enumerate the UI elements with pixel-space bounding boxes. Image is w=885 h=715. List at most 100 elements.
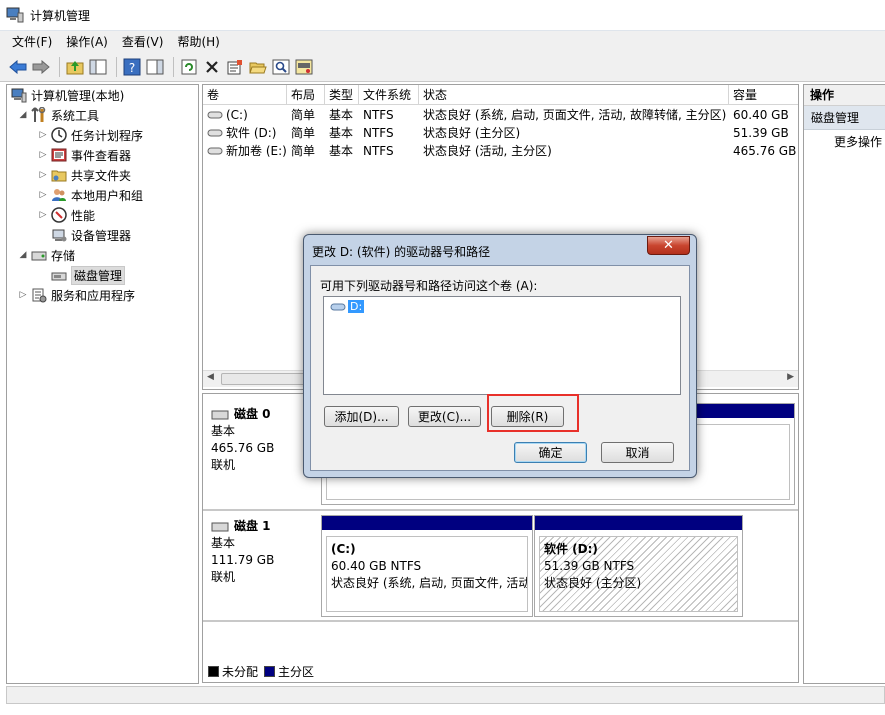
drive-path-list[interactable]: D: [323,296,681,395]
tree-item-task-scheduler[interactable]: ▷ 任务计划程序 [37,125,143,145]
partition-size: 51.39 GB NTFS [544,559,635,573]
collapsed-arrow-icon[interactable]: ▷ [37,190,49,200]
users-icon [52,189,66,201]
collapsed-arrow-icon[interactable]: ▷ [37,170,49,180]
tree-item-performance[interactable]: ▷ 性能 [37,205,95,225]
tree-item-storage[interactable]: ◢ 存储 [17,245,75,265]
volume-cell: 新加卷 (E:) [203,142,287,160]
show-hide-tree-button[interactable] [88,57,108,77]
tree-item-device-manager[interactable]: 设备管理器 [51,225,131,245]
tree-item-disk-management[interactable]: 磁盘管理 [51,265,126,285]
list-item[interactable]: D: [330,300,365,313]
dialog-body: 可用下列驱动器号和路径访问这个卷 (A): D: 添加(D)... 更改(C).… [310,265,690,471]
change-button[interactable]: 更改(C)... [408,406,481,427]
show-hide-action-pane-button[interactable] [145,57,165,77]
settings-button[interactable] [294,57,314,77]
tree-item-services-apps[interactable]: ▷ 服务和应用程序 [17,285,135,305]
refresh-button[interactable] [179,57,199,77]
collapsed-arrow-icon[interactable]: ▷ [37,130,49,140]
menu-view[interactable]: 查看(V) [122,33,164,50]
device-manager-icon [52,229,67,242]
forward-button[interactable] [31,57,51,77]
properties-button[interactable] [225,57,245,77]
actions-section-disk-management[interactable]: 磁盘管理 [804,106,885,130]
event-viewer-icon [51,148,67,162]
tree-label: 设备管理器 [71,228,132,243]
more-actions-link[interactable]: 更多操作 [804,130,885,154]
column-header-status[interactable]: 状态 [419,85,729,105]
expanded-arrow-icon[interactable]: ◢ [17,250,29,260]
disk-separator [203,509,798,511]
column-header-type[interactable]: 类型 [325,85,359,105]
menu-help[interactable]: 帮助(H) [177,33,219,50]
table-row[interactable]: 新加卷 (E:) 简单 基本 NTFS 状态良好 (活动, 主分区) 465.7… [203,142,798,160]
scroll-left-icon[interactable]: ◀ [207,372,214,382]
open-folder-button[interactable] [248,57,268,77]
tree-label: 任务计划程序 [71,128,144,143]
partition-c[interactable]: (C:) 60.40 GB NTFS 状态良好 (系统, 启动, 页面文件, 活… [321,515,533,617]
back-arrow-icon [9,59,27,74]
tree-item-shared-folders[interactable]: ▷ 共享文件夹 [37,165,131,185]
actions-pane: 操作 磁盘管理 更多操作 [803,84,885,684]
remove-button-highlight [487,394,579,432]
partition-size: 60.40 GB NTFS [331,559,422,573]
tree-item-root[interactable]: 计算机管理(本地) [11,85,124,105]
svg-text:?: ? [129,61,135,75]
drive-icon [207,111,223,119]
partition-name: 软件 (D:) [544,542,598,556]
dialog-close-button[interactable]: ✕ [647,236,690,255]
collapsed-arrow-icon[interactable]: ▷ [37,210,49,220]
status-bar [6,686,885,704]
disk-name: 磁盘 0 [234,407,271,421]
collapsed-arrow-icon[interactable]: ▷ [17,290,29,300]
disk-icon [211,522,229,531]
up-folder-button[interactable] [65,57,85,77]
disk-separator [203,620,798,622]
column-header-volume[interactable]: 卷 [203,85,287,105]
computer-management-icon [11,88,27,103]
disk-1-info[interactable]: 磁盘 1 基本 111.79 GB 联机 [211,518,321,586]
search-button[interactable] [271,57,291,77]
expanded-arrow-icon[interactable]: ◢ [17,110,29,120]
table-row[interactable]: (C:) 简单 基本 NTFS 状态良好 (系统, 启动, 页面文件, 活动, … [203,106,798,124]
tree-label: 性能 [71,208,96,223]
magnifier-icon [272,59,290,74]
primary-partition-swatch [264,666,276,677]
performance-gauge-icon [51,207,67,223]
partition-status: 状态良好 (主分区) [544,576,642,590]
legend-unallocated: 未分配 [222,665,259,679]
services-icon [32,288,47,303]
console-tree-icon [89,59,107,74]
refresh-icon [181,59,197,74]
column-header-filesystem[interactable]: 文件系统 [359,85,419,105]
navigation-tree: 计算机管理(本地) ◢ 系统工具 ▷ 任务计划程序 ▷ 事件查看器 ▷ 共享文件… [6,84,199,684]
delete-button[interactable] [202,57,222,77]
tree-label: 磁盘管理 [71,265,126,285]
tree-item-system-tools[interactable]: ◢ 系统工具 [17,105,99,125]
add-button[interactable]: 添加(D)... [324,406,399,427]
toolbar-separator [116,56,117,77]
scroll-right-icon[interactable]: ▶ [787,372,794,382]
collapsed-arrow-icon[interactable]: ▷ [37,150,49,160]
back-button[interactable] [8,57,28,77]
tree-item-local-users[interactable]: ▷ 本地用户和组 [37,185,143,205]
tree-item-event-viewer[interactable]: ▷ 事件查看器 [37,145,131,165]
title-bar: 计算机管理 [0,0,885,30]
cancel-button[interactable]: 取消 [601,442,674,463]
status-cell: 状态良好 (主分区) [423,126,521,140]
partition-d[interactable]: 软件 (D:) 51.39 GB NTFS 状态良好 (主分区) [534,515,743,617]
menu-action[interactable]: 操作(A) [66,33,108,50]
column-header-capacity[interactable]: 容量 [729,85,798,105]
tree-label: 存储 [51,248,76,263]
actions-header: 操作 [804,85,885,106]
menu-file[interactable]: 文件(F) [12,33,52,50]
type-cell: 基本 [329,144,354,158]
action-pane-icon [146,59,164,74]
help-button[interactable]: ? [122,57,142,77]
column-header-layout[interactable]: 布局 [287,85,325,105]
up-folder-icon [66,60,84,74]
table-row[interactable]: 软件 (D:) 简单 基本 NTFS 状态良好 (主分区) 51.39 GB [203,124,798,142]
menu-bar: 文件(F) 操作(A) 查看(V) 帮助(H) [0,30,885,52]
partition-legend: 未分配 主分区 [208,663,314,680]
ok-button[interactable]: 确定 [514,442,587,463]
